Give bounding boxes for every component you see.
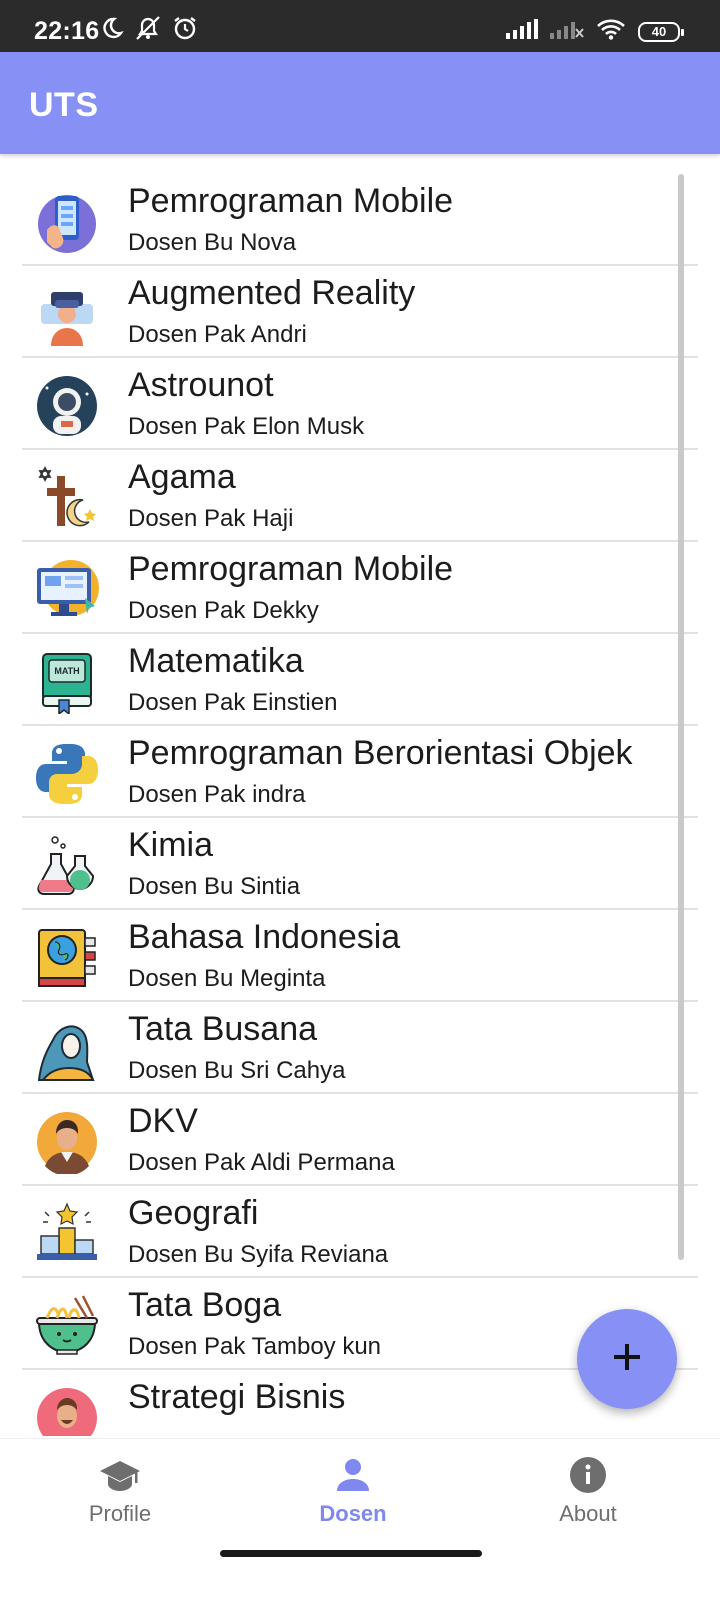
list-item[interactable]: Augmented Reality Dosen Pak Andri <box>22 266 698 358</box>
signal-off-icon <box>550 19 584 44</box>
list-item[interactable]: Geografi Dosen Bu Syifa Reviana <box>22 1186 698 1278</box>
status-time: 22:16 <box>34 17 100 45</box>
nav-item-about[interactable]: About <box>468 1439 708 1539</box>
item-title: Geografi <box>128 1194 259 1232</box>
nav-item-profile[interactable]: Profile <box>0 1439 240 1539</box>
list-item[interactable]: Kimia Dosen Bu Sintia <box>22 818 698 910</box>
item-title: Bahasa Indonesia <box>128 918 401 956</box>
info-icon <box>568 1455 608 1495</box>
item-title: Augmented Reality <box>128 274 416 312</box>
item-subtitle: Dosen Pak Andri <box>128 321 307 348</box>
item-subtitle: Dosen Pak Einstien <box>128 689 338 716</box>
item-title: Pemrograman Mobile <box>128 550 454 588</box>
list-item[interactable]: Pemrograman Mobile Dosen Pak Dekky <box>22 542 698 634</box>
item-subtitle: Dosen Bu Sri Cahya <box>128 1057 346 1084</box>
item-title: Pemrograman Berorientasi Objek <box>128 734 633 772</box>
home-indicator[interactable] <box>220 1550 482 1557</box>
item-subtitle: Dosen Bu Sintia <box>128 873 301 900</box>
nav-item-dosen[interactable]: Dosen <box>233 1439 473 1539</box>
noodle-bowl-icon <box>35 1294 99 1358</box>
phone-hand-icon <box>35 190 99 254</box>
app-bar: UTS <box>0 52 720 154</box>
item-subtitle: Dosen Pak Aldi Permana <box>128 1149 395 1176</box>
item-subtitle: Dosen Bu Nova <box>128 229 297 256</box>
nav-label-dosen: Dosen <box>319 1501 387 1526</box>
graduation-cap-icon <box>100 1455 140 1495</box>
list-item[interactable]: MATH Matematika Dosen Pak Einstien <box>22 634 698 726</box>
list-item[interactable]: Agama Dosen Pak Haji <box>22 450 698 542</box>
item-title: Agama <box>128 458 236 496</box>
religion-icon <box>35 466 99 530</box>
alarm-icon <box>172 15 198 46</box>
item-subtitle: Dosen Pak Haji <box>128 505 294 532</box>
status-right-icons: 40 <box>506 18 684 45</box>
item-title: Tata Boga <box>128 1286 282 1324</box>
list-item[interactable]: Tata Busana Dosen Bu Sri Cahya <box>22 1002 698 1094</box>
item-title: Pemrograman Mobile <box>128 182 454 220</box>
course-list[interactable]: Pemrograman Mobile Dosen Bu Nova Augment… <box>22 174 698 1436</box>
list-item[interactable]: Pemrograman Mobile Dosen Bu Nova <box>22 174 698 266</box>
item-title: Astrounot <box>128 366 274 404</box>
item-subtitle: Dosen Bu Syifa Reviana <box>128 1241 389 1268</box>
moon-icon <box>100 16 124 45</box>
item-title: Kimia <box>128 826 214 864</box>
notifications-off-icon <box>134 15 162 46</box>
nav-label-profile: Profile <box>88 1501 152 1526</box>
item-title: Tata Busana <box>128 1010 318 1048</box>
item-subtitle: Dosen Bu Meginta <box>128 965 326 992</box>
item-title: DKV <box>128 1102 198 1140</box>
astronaut-icon <box>35 374 99 438</box>
item-title: Strategi Bisnis <box>128 1378 346 1416</box>
status-bar: 22:16 40 <box>0 0 720 52</box>
svg-text:MATH: MATH <box>54 666 79 676</box>
list-item[interactable]: Pemrograman Berorientasi Objek Dosen Pak… <box>22 726 698 818</box>
math-book-icon: MATH <box>35 650 99 716</box>
item-subtitle: Dosen Pak Elon Musk <box>128 413 365 440</box>
battery-icon: 40 <box>638 21 684 42</box>
monitor-icon <box>35 558 99 622</box>
man-avatar-icon <box>35 1110 99 1176</box>
item-subtitle: Dosen Pak Tamboy kun <box>128 1333 382 1360</box>
list-item[interactable]: DKV Dosen Pak Aldi Permana <box>22 1094 698 1186</box>
list-scrollbar[interactable] <box>678 174 684 1260</box>
nav-label-about: About <box>559 1501 617 1526</box>
add-button[interactable] <box>577 1309 677 1409</box>
list-item[interactable]: Bahasa Indonesia Dosen Bu Meginta <box>22 910 698 1002</box>
podium-star-icon <box>35 1202 99 1266</box>
item-subtitle: Dosen Pak indra <box>128 781 306 808</box>
python-icon <box>35 742 99 806</box>
businessman-icon <box>35 1386 99 1436</box>
bottom-navigation: Profile Dosen About <box>0 1438 720 1600</box>
signal-icon <box>506 19 538 44</box>
vr-headset-icon <box>35 282 99 346</box>
person-icon <box>333 1455 373 1495</box>
globe-book-icon <box>35 926 99 990</box>
list-item[interactable]: Astrounot Dosen Pak Elon Musk <box>22 358 698 450</box>
app-title: UTS <box>29 86 99 124</box>
wifi-icon <box>596 18 626 45</box>
item-title: Matematika <box>128 642 304 680</box>
chemistry-flask-icon <box>35 834 99 898</box>
hijab-woman-icon <box>35 1018 99 1082</box>
item-subtitle: Dosen Pak Dekky <box>128 597 319 624</box>
status-left-icons <box>100 15 198 46</box>
add-icon <box>612 1342 642 1377</box>
